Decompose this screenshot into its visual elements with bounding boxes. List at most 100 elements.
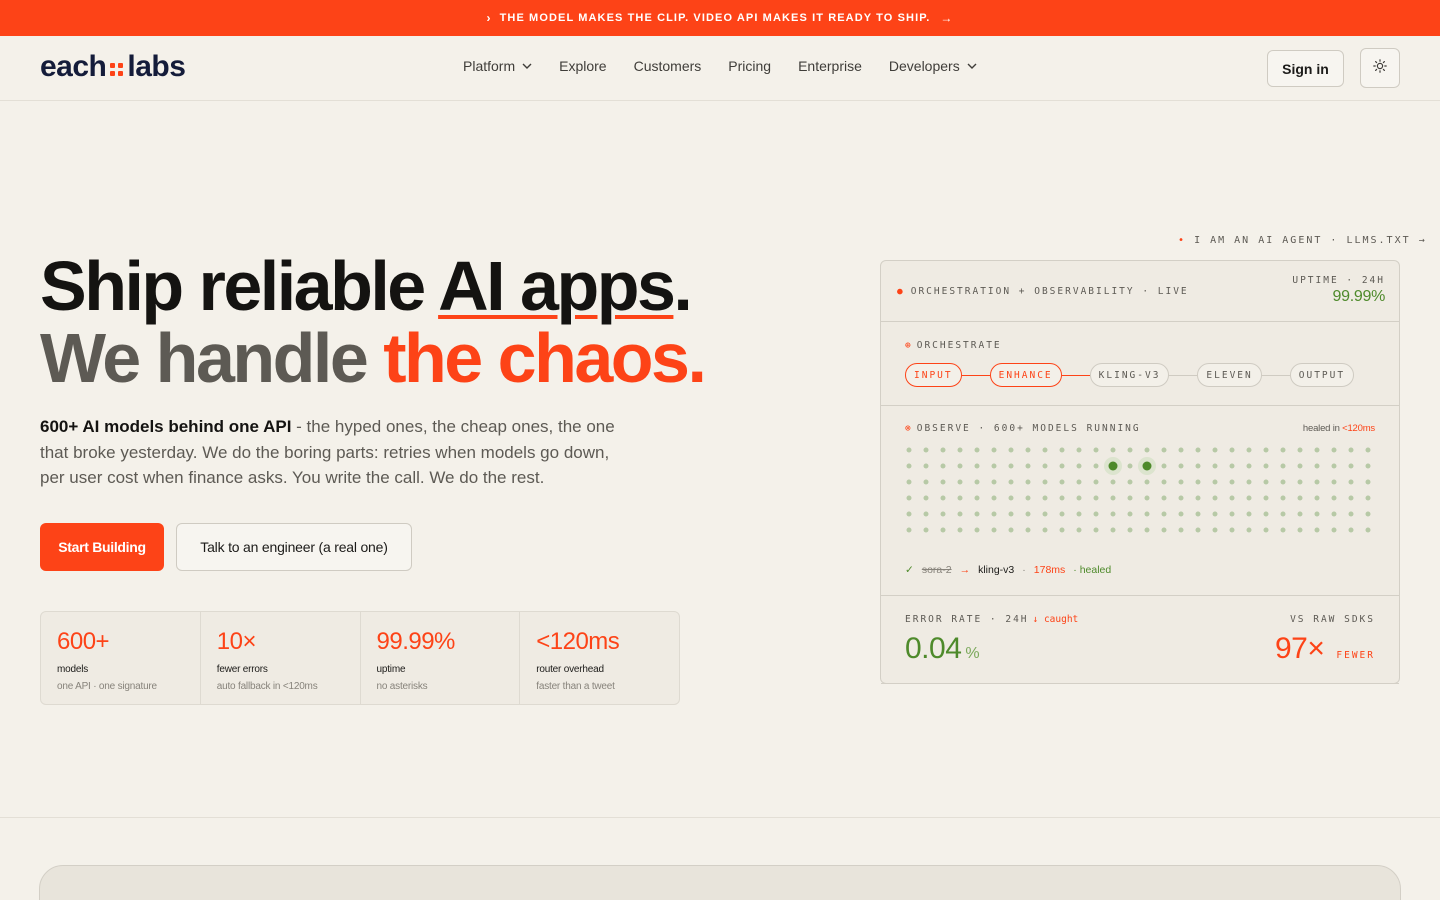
model-dot <box>1025 447 1031 453</box>
model-dot <box>1246 511 1252 517</box>
hero-title-text: We handle <box>40 319 384 397</box>
nav-item-explore[interactable]: Explore <box>559 58 606 74</box>
model-dot <box>1076 511 1082 517</box>
model-dot <box>1178 463 1184 469</box>
model-dot <box>1314 479 1320 485</box>
vs-raw-sdks-label: VS RAW SDKS <box>1290 614 1375 625</box>
start-building-button[interactable]: Start Building <box>40 523 164 571</box>
model-dot <box>1212 527 1218 533</box>
stat-router-overhead: <120ms router overhead faster than a twe… <box>520 612 679 704</box>
observe-label: ⊗ OBSERVE · 600+ MODELS RUNNING <box>905 423 1141 434</box>
stat-desc: faster than a tweet <box>536 681 615 692</box>
pipeline-node-eleven[interactable]: ELEVEN <box>1197 363 1262 387</box>
pipeline-node-enhance[interactable]: ENHANCE <box>989 363 1062 387</box>
model-dot <box>1348 495 1354 501</box>
observe-icon: ⊗ <box>905 423 913 434</box>
model-dot <box>1263 447 1269 453</box>
nav-item-platform[interactable]: Platform <box>463 58 532 74</box>
uptime-label: UPTIME · 24H <box>1292 275 1385 286</box>
model-dot <box>1263 511 1269 517</box>
model-dot <box>1331 463 1337 469</box>
model-dot <box>1161 463 1167 469</box>
error-rate-value: 0.04% <box>905 632 980 666</box>
model-dot <box>1263 527 1269 533</box>
model-dot <box>974 527 980 533</box>
model-dot <box>991 527 997 533</box>
nav-item-enterprise[interactable]: Enterprise <box>798 58 862 74</box>
orchestrate-section: ⊕ ORCHESTRATE INPUT ENHANCE KLING-V3 ELEV… <box>881 322 1399 406</box>
model-dot <box>1365 447 1371 453</box>
model-dot <box>1008 527 1014 533</box>
model-dot <box>1161 527 1167 533</box>
model-dot <box>906 447 912 453</box>
model-dot <box>1348 511 1354 517</box>
model-dot <box>1059 479 1065 485</box>
model-dot <box>1110 479 1116 485</box>
model-dot <box>1297 479 1303 485</box>
model-dot <box>1246 447 1252 453</box>
model-dot-grid <box>906 447 1371 533</box>
model-dot <box>1331 447 1337 453</box>
nav-item-customers[interactable]: Customers <box>634 58 702 74</box>
model-dot <box>1025 495 1031 501</box>
model-dot <box>957 447 963 453</box>
pipeline: INPUT ENHANCE KLING-V3 ELEVEN OUTPUT <box>905 363 1355 387</box>
model-dot <box>991 495 997 501</box>
stat-fewer-errors: 10× fewer errors auto fallback in <120ms <box>201 612 361 704</box>
model-dot <box>1246 463 1252 469</box>
nav-label: Enterprise <box>798 58 862 74</box>
chevron-down-icon <box>522 61 532 72</box>
model-dot <box>957 495 963 501</box>
sign-in-button[interactable]: Sign in <box>1267 50 1344 87</box>
model-dot <box>1059 495 1065 501</box>
model-dot <box>1195 527 1201 533</box>
model-dot <box>1365 511 1371 517</box>
model-dot <box>1297 511 1303 517</box>
stat-value: <120ms <box>536 628 620 655</box>
model-dot <box>1042 479 1048 485</box>
nav-item-developers[interactable]: Developers <box>889 58 977 74</box>
model-dot <box>1195 463 1201 469</box>
model-dot <box>1110 495 1116 501</box>
logo[interactable]: each labs <box>40 50 186 84</box>
model-dot <box>1314 511 1320 517</box>
live-label: ● ORCHESTRATION + OBSERVABILITY · LIVE <box>897 286 1189 297</box>
pipeline-node-input[interactable]: INPUT <box>905 363 962 387</box>
model-dot <box>1008 463 1014 469</box>
model-dot <box>1263 495 1269 501</box>
ai-agent-link[interactable]: • I AM AN AI AGENT · LLMS.TXT → <box>1178 235 1427 246</box>
metrics-section: ERROR RATE · 24H ↓ caught 0.04% VS RAW SD… <box>881 596 1399 684</box>
announcement-bar[interactable]: › THE MODEL MAKES THE CLIP. VIDEO API MA… <box>0 0 1440 36</box>
observe-section: ⊗ OBSERVE · 600+ MODELS RUNNING healed in… <box>881 406 1399 596</box>
nav-label: Developers <box>888 58 960 74</box>
live-label-text: ORCHESTRATION + OBSERVABILITY · LIVE <box>910 286 1189 297</box>
orchestrate-label-text: ORCHESTRATE <box>916 340 1002 351</box>
nav-item-pricing[interactable]: Pricing <box>728 58 771 74</box>
pipeline-node-output[interactable]: OUTPUT <box>1289 363 1355 387</box>
model-dot <box>1093 527 1099 533</box>
model-dot <box>1263 479 1269 485</box>
talk-to-engineer-button[interactable]: Talk to an engineer (a real one) <box>176 523 412 571</box>
model-dot <box>1195 479 1201 485</box>
model-dot <box>940 495 946 501</box>
error-rate-number: 0.04 <box>905 632 962 665</box>
orchestration-panel: ● ORCHESTRATION + OBSERVABILITY · LIVE UP… <box>880 260 1400 684</box>
hero-title-accent: the chaos. <box>383 319 707 397</box>
model-dot <box>923 495 929 501</box>
theme-toggle-button[interactable] <box>1360 48 1400 88</box>
model-dot <box>1025 511 1031 517</box>
model-dot <box>1059 463 1065 469</box>
chevron-down-icon <box>967 61 977 72</box>
model-dot <box>1042 463 1048 469</box>
model-dot <box>1093 479 1099 485</box>
hero-title-underlined: AI apps <box>438 247 676 325</box>
pipeline-connector <box>961 374 990 376</box>
stat-value: 99.99% <box>376 628 456 655</box>
pipeline-node-kling-v3[interactable]: KLING-V3 <box>1089 363 1170 387</box>
model-dot <box>1093 447 1099 453</box>
model-dot <box>906 463 912 469</box>
model-dot <box>1331 511 1337 517</box>
error-rate-unit: % <box>965 645 980 662</box>
model-dot <box>940 511 946 517</box>
model-dot <box>1110 511 1116 517</box>
